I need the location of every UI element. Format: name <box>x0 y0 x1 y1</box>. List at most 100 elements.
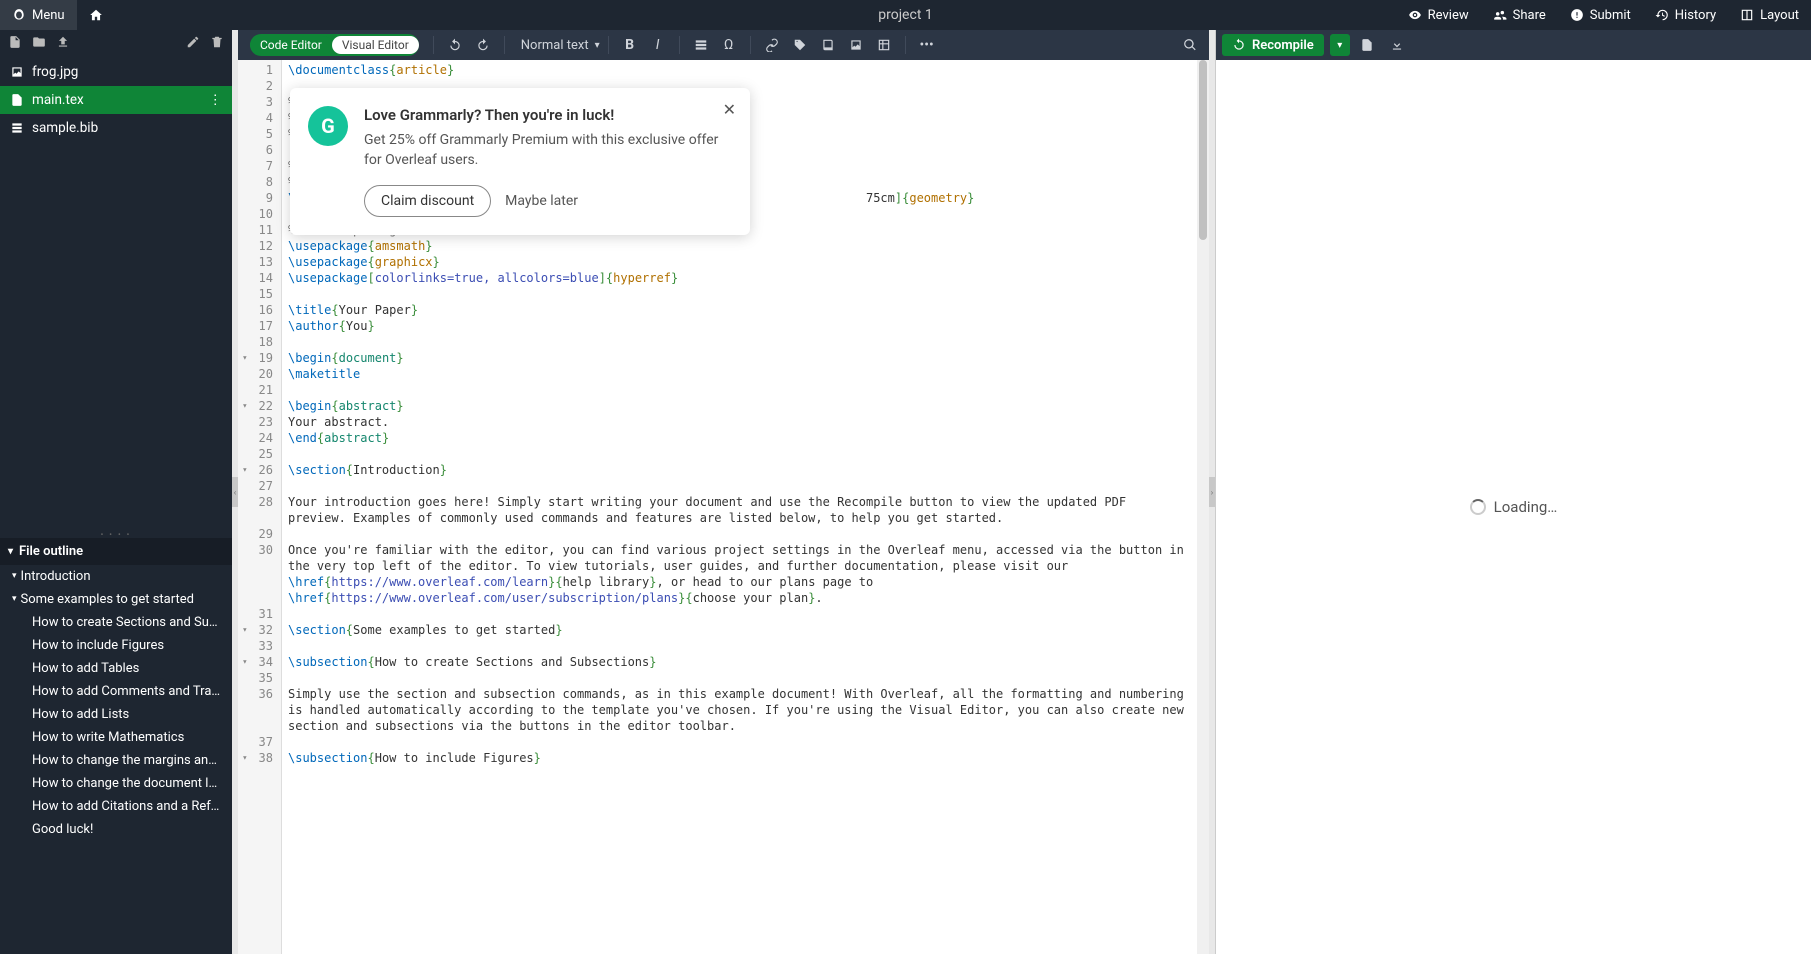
upload-button[interactable] <box>56 35 70 53</box>
code-line[interactable] <box>288 670 1191 686</box>
heading-select[interactable]: Normal text <box>513 34 600 57</box>
line-number: 38 <box>238 750 281 766</box>
symbol-button[interactable]: Ω <box>716 32 742 58</box>
code-line[interactable]: \usepackage{amsmath} <box>288 238 1191 254</box>
code-line[interactable] <box>288 334 1191 350</box>
undo-button[interactable] <box>442 32 468 58</box>
home-button[interactable] <box>77 0 115 30</box>
code-line[interactable]: \author{You} <box>288 318 1191 334</box>
code-line[interactable]: \subsection{How to include Figures} <box>288 750 1191 766</box>
line-number: 31 <box>238 606 281 622</box>
code-line[interactable] <box>288 526 1191 542</box>
panel-splitter-right[interactable]: › <box>1209 30 1215 954</box>
link-button[interactable] <box>759 32 785 58</box>
code-line[interactable] <box>288 286 1191 302</box>
project-title: project 1 <box>878 7 932 23</box>
code-line[interactable]: Your introduction goes here! Simply star… <box>288 494 1191 526</box>
cite-button[interactable] <box>815 32 841 58</box>
scrollbar-thumb[interactable] <box>1199 60 1207 240</box>
submit-button[interactable]: Submit <box>1558 0 1643 30</box>
file-item[interactable]: main.tex⋮ <box>0 86 232 114</box>
code-line[interactable]: Simply use the section and subsection co… <box>288 686 1191 734</box>
code-line[interactable]: Once you're familiar with the editor, yo… <box>288 542 1191 606</box>
code-line[interactable]: \title{Your Paper} <box>288 302 1191 318</box>
logs-button[interactable] <box>1354 32 1380 58</box>
loading-spinner-icon <box>1470 499 1486 515</box>
outline-subitem[interactable]: Good luck! <box>0 818 232 841</box>
mode-visual-btn[interactable]: Visual Editor <box>332 36 419 54</box>
recompile-dropdown[interactable]: ▾ <box>1330 34 1350 56</box>
review-button[interactable]: Review <box>1396 0 1481 30</box>
math-button[interactable] <box>688 32 714 58</box>
line-number: 34 <box>238 654 281 670</box>
more-icon: ••• <box>920 37 934 53</box>
outline-subitem[interactable]: How to change the document lang... <box>0 772 232 795</box>
new-folder-button[interactable] <box>32 35 46 53</box>
maybe-later-button[interactable]: Maybe later <box>505 193 578 209</box>
recompile-button[interactable]: Recompile <box>1222 34 1324 56</box>
code-line[interactable]: \section{Introduction} <box>288 462 1191 478</box>
outline-subitem[interactable]: How to include Figures <box>0 634 232 657</box>
code-line[interactable] <box>288 638 1191 654</box>
line-number: 4 <box>238 110 281 126</box>
outline-subitem[interactable]: How to write Mathematics <box>0 726 232 749</box>
history-button[interactable]: History <box>1643 0 1728 30</box>
code-line[interactable]: \usepackage[colorlinks=true, allcolors=b… <box>288 270 1191 286</box>
menu-button[interactable]: Menu <box>0 0 77 30</box>
undo-icon <box>448 38 462 52</box>
code-line[interactable]: \usepackage{graphicx} <box>288 254 1191 270</box>
file-name: sample.bib <box>32 120 98 136</box>
code-line[interactable]: Your abstract. <box>288 414 1191 430</box>
line-number: 18 <box>238 334 281 350</box>
outline-subitem[interactable]: How to add Tables <box>0 657 232 680</box>
new-file-button[interactable] <box>8 35 22 53</box>
table-button[interactable] <box>871 32 897 58</box>
file-item[interactable]: sample.bib <box>0 114 232 142</box>
download-button[interactable] <box>1384 32 1410 58</box>
line-number: 22 <box>238 398 281 414</box>
bold-button[interactable]: B <box>617 32 643 58</box>
ref-button[interactable] <box>787 32 813 58</box>
code-line[interactable]: \begin{abstract} <box>288 398 1191 414</box>
code-line[interactable] <box>288 478 1191 494</box>
outline-subitem[interactable]: How to create Sections and Subsec... <box>0 611 232 634</box>
code-line[interactable] <box>288 446 1191 462</box>
layout-button[interactable]: Layout <box>1728 0 1811 30</box>
delete-button[interactable] <box>210 35 224 53</box>
claim-discount-button[interactable]: Claim discount <box>364 185 491 217</box>
outline-item[interactable]: ▾Some examples to get started <box>0 588 232 611</box>
outline-subitem[interactable]: How to change the margins and pa... <box>0 749 232 772</box>
outline-subitem[interactable]: How to add Comments and Track ... <box>0 680 232 703</box>
rename-button[interactable] <box>186 35 200 53</box>
outline-item[interactable]: ▾Introduction <box>0 565 232 588</box>
outline-subitem[interactable]: How to add Lists <box>0 703 232 726</box>
math-icon <box>694 38 708 52</box>
code-line[interactable] <box>288 606 1191 622</box>
code-line[interactable]: \end{abstract} <box>288 430 1191 446</box>
share-icon <box>1493 8 1507 22</box>
file-item[interactable]: frog.jpg <box>0 58 232 86</box>
redo-button[interactable] <box>470 32 496 58</box>
figure-button[interactable] <box>843 32 869 58</box>
code-line[interactable] <box>288 382 1191 398</box>
code-line[interactable]: \maketitle <box>288 366 1191 382</box>
more-button[interactable]: ••• <box>914 32 940 58</box>
code-line[interactable]: \documentclass{article} <box>288 62 1191 78</box>
popup-close-button[interactable]: ✕ <box>723 100 736 119</box>
outline-subitem[interactable]: How to add Citations and a Refere... <box>0 795 232 818</box>
code-line[interactable]: \begin{document} <box>288 350 1191 366</box>
outline-header[interactable]: ▾ File outline <box>0 538 232 565</box>
code-line[interactable]: \section{Some examples to get started} <box>288 622 1191 638</box>
loading-label: Loading… <box>1494 498 1558 516</box>
italic-button[interactable]: I <box>645 32 671 58</box>
file-menu-button[interactable]: ⋮ <box>209 92 223 108</box>
share-button[interactable]: Share <box>1481 0 1558 30</box>
file-icon <box>1360 38 1374 52</box>
omega-icon: Ω <box>724 37 733 53</box>
code-line[interactable]: \subsection{How to create Sections and S… <box>288 654 1191 670</box>
code-line[interactable] <box>288 734 1191 750</box>
editor-scrollbar[interactable] <box>1197 60 1209 954</box>
editor-mode-toggle[interactable]: Code Editor Visual Editor <box>250 34 419 56</box>
search-button[interactable] <box>1177 32 1203 58</box>
mode-code-btn[interactable]: Code Editor <box>250 36 332 54</box>
